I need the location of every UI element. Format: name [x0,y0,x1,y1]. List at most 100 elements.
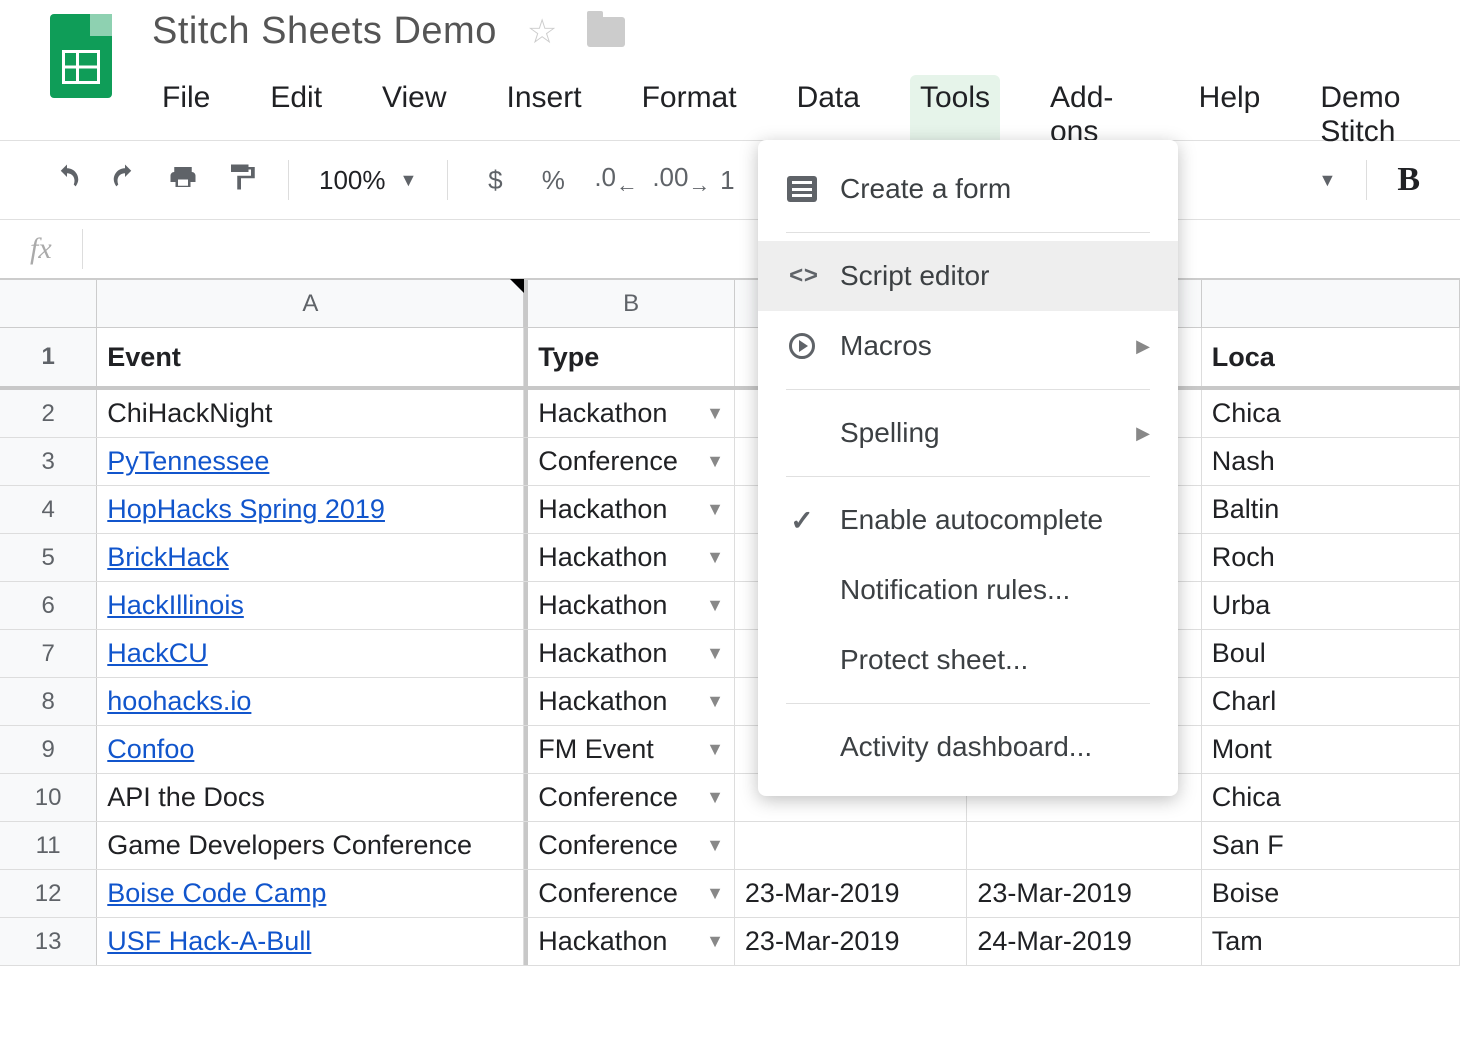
menu-demo-stitch[interactable]: Demo Stitch [1310,75,1460,155]
cell-event[interactable]: API the Docs [97,774,524,821]
cell-type[interactable]: Hackathon▼ [524,390,735,437]
cell-dropdown-icon[interactable]: ▼ [706,643,724,664]
cell-type[interactable]: Hackathon▼ [524,678,735,725]
row-number[interactable]: 4 [0,486,97,533]
more-formats-dropdown[interactable]: ▼ [1318,170,1336,191]
decrease-decimal-button[interactable]: .0← [594,162,628,198]
cell-dropdown-icon[interactable]: ▼ [706,835,724,856]
tools-enable-autocomplete[interactable]: Enable autocomplete [758,485,1178,555]
cell-dropdown-icon[interactable]: ▼ [706,931,724,952]
header-location[interactable]: Loca [1202,328,1460,386]
menu-view[interactable]: View [372,75,456,155]
cell-dropdown-icon[interactable]: ▼ [706,787,724,808]
row-number[interactable]: 5 [0,534,97,581]
cell-event[interactable]: HopHacks Spring 2019 [97,486,524,533]
cell-dropdown-icon[interactable]: ▼ [706,883,724,904]
document-title[interactable]: Stitch Sheets Demo [152,10,497,53]
column-header-e[interactable] [1202,280,1460,327]
cell-location[interactable]: Chica [1202,774,1460,821]
cell-type[interactable]: Conference▼ [524,774,735,821]
row-number[interactable]: 7 [0,630,97,677]
format-percent-button[interactable]: % [536,165,570,196]
cell-dropdown-icon[interactable]: ▼ [706,691,724,712]
cell-location[interactable]: Charl [1202,678,1460,725]
cell-location[interactable]: San F [1202,822,1460,869]
cell[interactable] [967,822,1201,869]
cell-location[interactable]: Baltin [1202,486,1460,533]
cell[interactable]: 23-Mar-2019 [967,870,1201,917]
menu-edit[interactable]: Edit [260,75,332,155]
cell-dropdown-icon[interactable]: ▼ [706,547,724,568]
row-number[interactable]: 3 [0,438,97,485]
cell-type[interactable]: Conference▼ [524,822,735,869]
row-number[interactable]: 8 [0,678,97,725]
sheets-logo[interactable] [50,14,112,98]
header-type[interactable]: Type [524,328,735,386]
format-currency-button[interactable]: $ [478,165,512,196]
row-number[interactable]: 12 [0,870,97,917]
cell-location[interactable]: Urba [1202,582,1460,629]
cell-dropdown-icon[interactable]: ▼ [706,499,724,520]
cell[interactable] [735,822,967,869]
row-number[interactable]: 11 [0,822,97,869]
cell-event[interactable]: BrickHack [97,534,524,581]
cell-location[interactable]: Mont [1202,726,1460,773]
cell[interactable]: 23-Mar-2019 [735,870,967,917]
cell-event[interactable]: HackIllinois [97,582,524,629]
cell-location[interactable]: Boise [1202,870,1460,917]
cell-dropdown-icon[interactable]: ▼ [706,595,724,616]
tools-macros[interactable]: Macros ▶ [758,311,1178,381]
cell-event[interactable]: HackCU [97,630,524,677]
row-number[interactable]: 10 [0,774,97,821]
star-icon[interactable]: ☆ [527,12,557,52]
cell-location[interactable]: Roch [1202,534,1460,581]
cell-location[interactable]: Tam [1202,918,1460,965]
increase-decimal-button[interactable]: .00→ [652,162,686,198]
cell-dropdown-icon[interactable]: ▼ [706,403,724,424]
cell-event[interactable]: Boise Code Camp [97,870,524,917]
cell-location[interactable]: Boul [1202,630,1460,677]
menu-insert[interactable]: Insert [497,75,592,155]
cell-type[interactable]: Conference▼ [524,870,735,917]
row-number[interactable]: 2 [0,390,97,437]
tools-create-form[interactable]: Create a form [758,154,1178,224]
zoom-select[interactable]: 100%▼ [319,165,417,196]
paint-format-button[interactable] [224,162,258,199]
undo-button[interactable] [50,162,84,199]
menu-help[interactable]: Help [1189,75,1271,155]
select-all-corner[interactable] [0,280,97,327]
cell-event[interactable]: USF Hack-A-Bull [97,918,524,965]
cell-type[interactable]: Hackathon▼ [524,582,735,629]
folder-icon[interactable] [587,17,625,47]
font-size-partial[interactable]: 1 [710,165,744,196]
cell-event[interactable]: Confoo [97,726,524,773]
tools-script-editor[interactable]: Script editor [758,241,1178,311]
cell-type[interactable]: Hackathon▼ [524,486,735,533]
row-number[interactable]: 13 [0,918,97,965]
print-button[interactable] [166,162,200,199]
row-number[interactable]: 6 [0,582,97,629]
row-number[interactable]: 1 [0,328,97,386]
cell-event[interactable]: Game Developers Conference [97,822,524,869]
tools-protect-sheet[interactable]: Protect sheet... [758,625,1178,695]
cell-event[interactable]: ChiHackNight [97,390,524,437]
menu-format[interactable]: Format [632,75,747,155]
cell-type[interactable]: Hackathon▼ [524,918,735,965]
cell[interactable]: 24-Mar-2019 [967,918,1201,965]
cell-location[interactable]: Chica [1202,390,1460,437]
tools-activity-dashboard[interactable]: Activity dashboard... [758,712,1178,782]
cell-type[interactable]: Hackathon▼ [524,534,735,581]
cell-event[interactable]: hoohacks.io [97,678,524,725]
cell-event[interactable]: PyTennessee [97,438,524,485]
cell-dropdown-icon[interactable]: ▼ [706,739,724,760]
cell-location[interactable]: Nash [1202,438,1460,485]
header-event[interactable]: Event [97,328,524,386]
bold-button[interactable]: B [1397,161,1420,199]
cell-type[interactable]: Hackathon▼ [524,630,735,677]
menu-file[interactable]: File [152,75,220,155]
column-header-a[interactable]: A [97,280,524,327]
cell[interactable]: 23-Mar-2019 [735,918,967,965]
tools-notification-rules[interactable]: Notification rules... [758,555,1178,625]
cell-dropdown-icon[interactable]: ▼ [706,451,724,472]
redo-button[interactable] [108,162,142,199]
